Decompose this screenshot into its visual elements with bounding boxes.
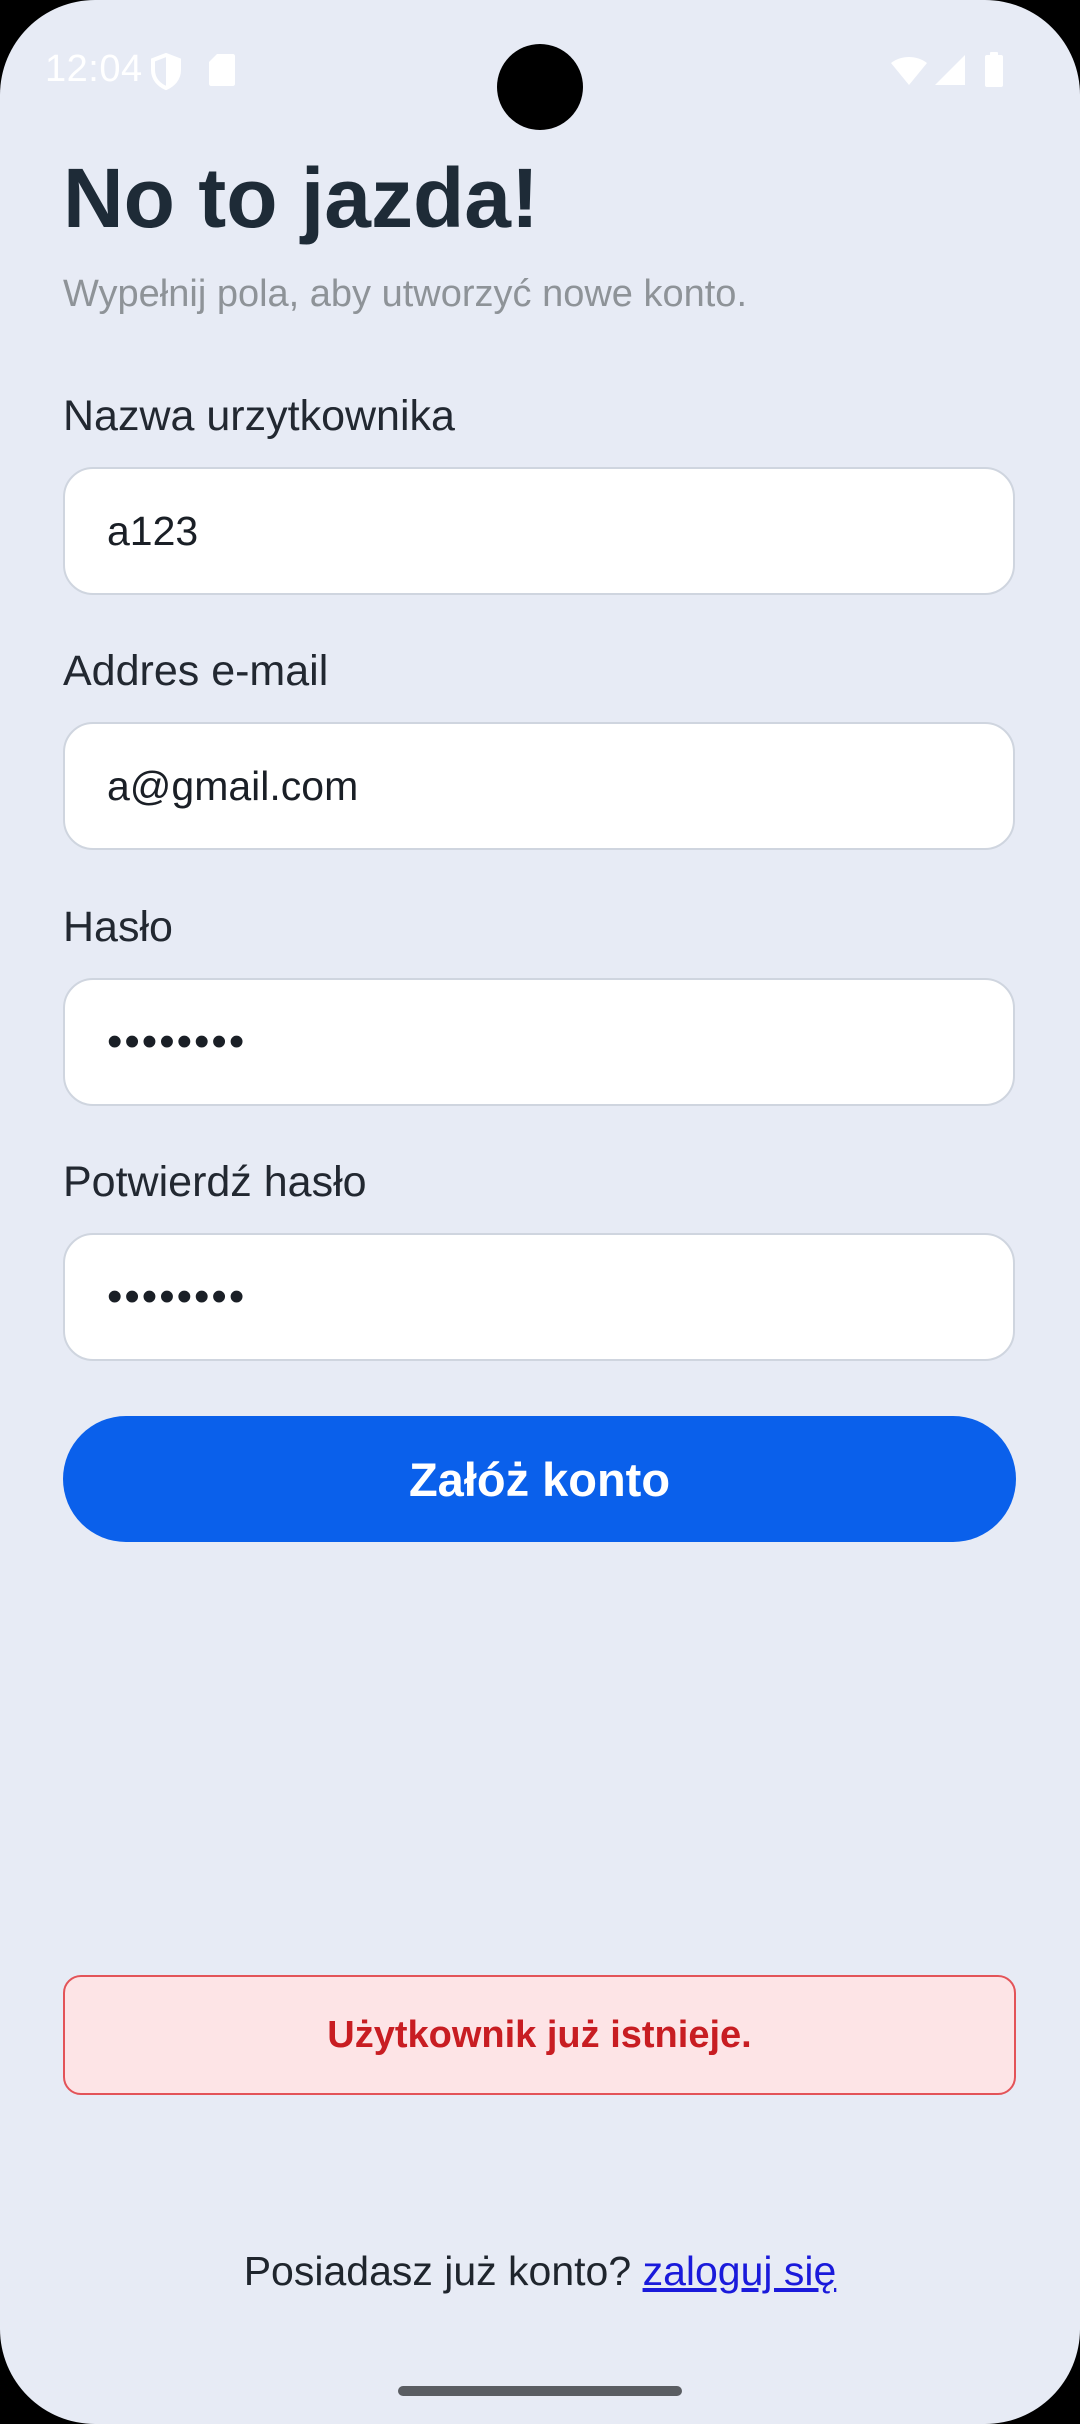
page-subtitle: Wypełnij pola, aby utworzyć nowe konto. (63, 273, 747, 315)
email-input[interactable] (63, 722, 1015, 850)
signal-icon (934, 54, 966, 91)
camera-cutout (497, 44, 583, 130)
password-label: Hasło (63, 903, 173, 951)
login-link[interactable]: zaloguj się (643, 2248, 837, 2294)
wifi-icon (890, 56, 928, 91)
confirm-password-input[interactable] (63, 1233, 1015, 1361)
sd-card-icon (208, 53, 236, 92)
page-title: No to jazda! (63, 151, 539, 245)
status-time: 12:04 (45, 48, 143, 90)
login-prompt-text: Posiadasz już konto? (243, 2248, 643, 2294)
password-input[interactable] (63, 978, 1015, 1106)
username-label: Nazwa urzytkownika (63, 392, 455, 440)
home-indicator[interactable] (398, 2386, 682, 2396)
username-input[interactable] (63, 467, 1015, 595)
shield-icon (150, 52, 182, 96)
email-label: Addres e-mail (63, 647, 329, 695)
error-alert: Użytkownik już istnieje. (63, 1975, 1016, 2095)
battery-icon (984, 52, 1004, 93)
create-account-button[interactable]: Załóż konto (63, 1416, 1016, 1542)
signup-screen: 12:04 No to jazda! Wypełnij pola, aby ut… (0, 0, 1080, 2424)
confirm-password-label: Potwierdź hasło (63, 1158, 367, 1206)
error-message: Użytkownik już istnieje. (327, 2013, 752, 2056)
login-prompt-row: Posiadasz już konto? zaloguj się (0, 2248, 1080, 2295)
status-bar: 12:04 (0, 0, 1080, 140)
